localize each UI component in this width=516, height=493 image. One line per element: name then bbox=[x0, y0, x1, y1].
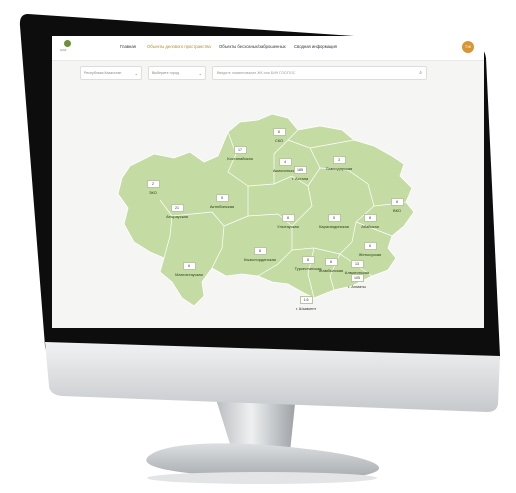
region-marker[interactable]: 105 г. Алматы bbox=[337, 264, 377, 289]
region-marker[interactable]: 21 Атырауская bbox=[157, 194, 197, 219]
region-count-badge: 1.6 bbox=[299, 296, 313, 304]
region-marker[interactable]: 6 СКО bbox=[259, 118, 299, 143]
region-name-label: Павлодарская bbox=[325, 166, 353, 171]
region-name-label: ВКО bbox=[392, 208, 402, 213]
region-count-badge: 105 bbox=[350, 274, 364, 282]
region-count-badge: 17 bbox=[233, 146, 247, 154]
region-marker[interactable]: 6 Жетысуская bbox=[350, 232, 390, 257]
region-name-label: Актюбинская bbox=[209, 204, 235, 209]
region-count-badge: 185 bbox=[293, 166, 307, 174]
region-count-badge: 8 bbox=[390, 198, 404, 206]
region-name-label: Мангистауская bbox=[175, 272, 203, 277]
region-count-badge: 21 bbox=[170, 204, 184, 212]
region-count-badge: 6 bbox=[182, 262, 196, 270]
region-name-label: Абайская bbox=[361, 224, 379, 229]
region-marker[interactable]: 3 Павлодарская bbox=[319, 146, 359, 171]
region-name-label: г. Алматы bbox=[348, 284, 366, 289]
monitor-screen: QAZ Главная Объекты делового пространств… bbox=[52, 36, 484, 328]
region-count-badge: 3 bbox=[332, 156, 346, 164]
region-name-label: Кызылординская bbox=[244, 257, 276, 262]
region-count-badge: 6 bbox=[363, 242, 377, 250]
region-name-label: г. Шымкент bbox=[295, 306, 317, 311]
region-marker[interactable]: 8 Улытауская bbox=[268, 204, 308, 229]
region-count-badge: 8 bbox=[324, 258, 338, 266]
app-window: QAZ Главная Объекты делового пространств… bbox=[52, 36, 484, 328]
region-marker[interactable]: 185 г. Астана bbox=[280, 156, 320, 181]
region-name-label: Карагандинская bbox=[319, 224, 349, 229]
region-count-badge: 8 bbox=[281, 214, 295, 222]
region-marker[interactable]: 1.6 г. Шымкент bbox=[286, 286, 326, 311]
region-count-badge: 8 bbox=[253, 247, 267, 255]
region-markers: 6 СКО 17 Костанайская 4 Акмолинская 3 Павлодарс… bbox=[52, 36, 484, 328]
region-name-label: СКО bbox=[274, 138, 284, 143]
region-name-label: Атырауская bbox=[166, 214, 188, 219]
region-marker[interactable]: 8 ВКО bbox=[377, 188, 417, 213]
region-count-badge: 6 bbox=[272, 128, 286, 136]
region-count-badge: 8 bbox=[363, 214, 377, 222]
region-count-badge: 5 bbox=[215, 194, 229, 202]
region-marker[interactable]: 8 Кызылординская bbox=[240, 237, 280, 262]
region-name-label: г. Астана bbox=[291, 176, 309, 181]
region-marker[interactable]: 17 Костанайская bbox=[220, 136, 260, 161]
region-name-label: Костанайская bbox=[227, 156, 253, 161]
region-count-badge: 2 bbox=[146, 180, 160, 188]
region-marker[interactable]: 5 Актюбинская bbox=[202, 184, 242, 209]
region-count-badge: 5 bbox=[327, 214, 341, 222]
region-marker[interactable]: 5 Карагандинская bbox=[314, 204, 354, 229]
region-marker[interactable]: 6 Мангистауская bbox=[169, 252, 209, 277]
region-marker[interactable]: 2 ЗКО bbox=[133, 170, 173, 195]
region-name-label: Улытауская bbox=[277, 224, 299, 229]
